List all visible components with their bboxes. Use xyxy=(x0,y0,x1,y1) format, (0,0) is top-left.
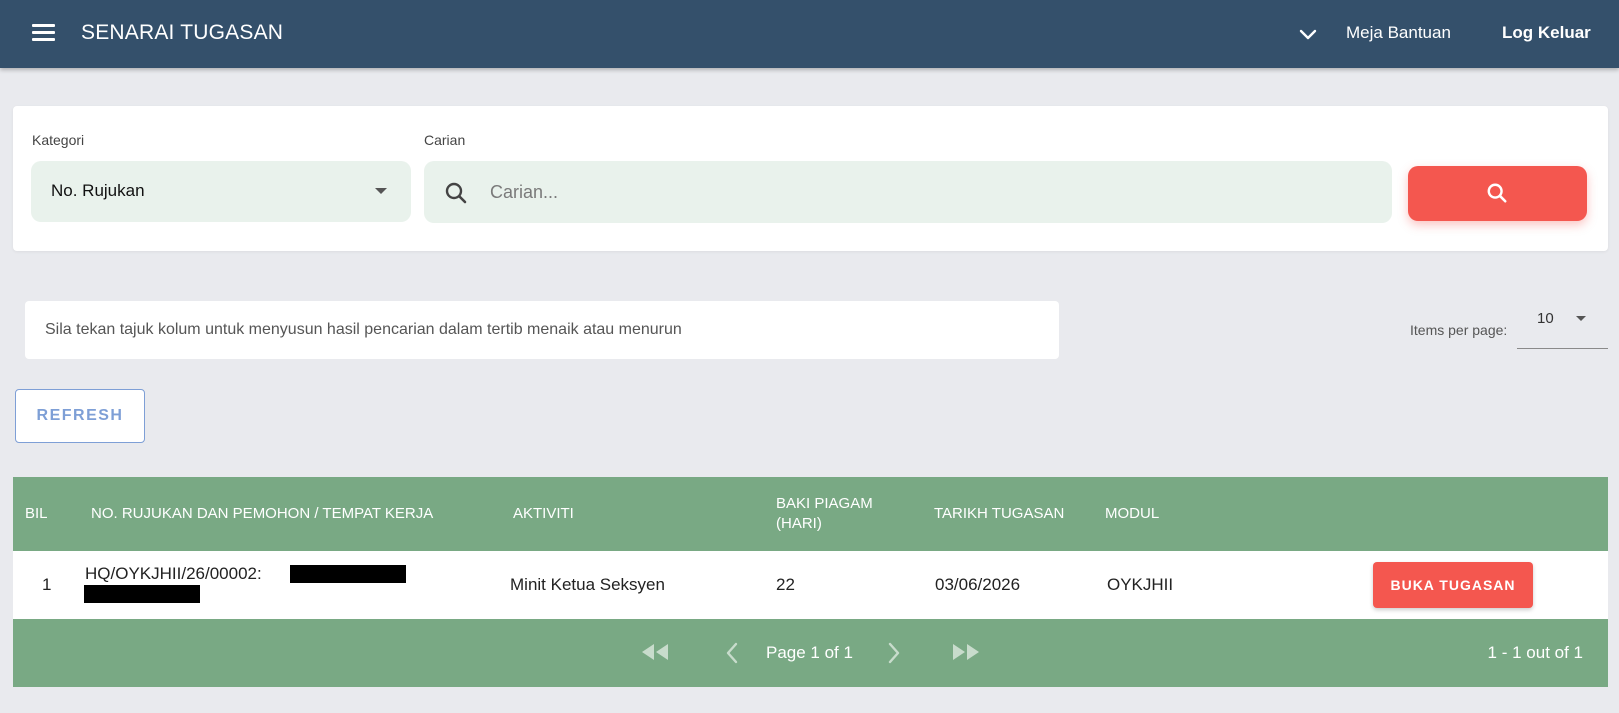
cell-aktiviti: Minit Ketua Seksyen xyxy=(510,575,665,594)
column-header-bil[interactable]: BIL xyxy=(25,504,48,524)
column-header-no-rujukan[interactable]: NO. RUJUKAN DAN PEMOHON / TEMPAT KERJA xyxy=(91,504,433,524)
page-indicator: Page 1 of 1 xyxy=(766,643,853,662)
search-icon xyxy=(445,182,467,204)
menu-icon[interactable] xyxy=(30,22,58,44)
caret-down-icon xyxy=(1576,316,1586,321)
page-title: SENARAI TUGASAN xyxy=(81,21,284,44)
column-header-tarikh[interactable]: TARIKH TUGASAN xyxy=(934,504,1064,524)
sort-hint-text: Sila tekan tajuk kolum untuk menyusun ha… xyxy=(45,321,682,338)
table-pager: Page 1 of 1 1 - 1 out of 1 xyxy=(13,619,1608,687)
redacted-block xyxy=(84,585,200,603)
search-button[interactable] xyxy=(1408,166,1587,221)
top-app-bar: SENARAI TUGASAN Meja Bantuan Log Keluar xyxy=(0,0,1619,68)
range-indicator: 1 - 1 out of 1 xyxy=(1487,643,1583,662)
refresh-button[interactable]: REFRESH xyxy=(15,389,145,443)
column-header-baki-line2: (HARI) xyxy=(776,515,822,532)
last-page-icon[interactable] xyxy=(949,641,983,663)
category-select-value: No. Rujukan xyxy=(51,181,145,200)
search-panel: Kategori Carian No. Rujukan xyxy=(13,106,1608,251)
caret-down-icon xyxy=(375,188,387,194)
column-header-baki-piagam[interactable]: BAKI PIAGAM (HARI) xyxy=(776,494,873,534)
search-icon xyxy=(1487,183,1507,203)
column-header-baki-line1: BAKI PIAGAM xyxy=(776,495,873,512)
previous-page-icon[interactable] xyxy=(723,641,741,665)
open-task-button[interactable]: BUKA TUGASAN xyxy=(1373,562,1533,608)
cell-baki-piagam: 22 xyxy=(776,575,795,594)
cell-bil: 1 xyxy=(42,575,52,594)
category-select[interactable]: No. Rujukan xyxy=(31,161,411,222)
cell-tarikh: 03/06/2026 xyxy=(935,575,1021,594)
column-header-modul[interactable]: MODUL xyxy=(1105,504,1159,524)
logout-link[interactable]: Log Keluar xyxy=(1502,23,1591,43)
column-header-aktiviti[interactable]: AKTIVITI xyxy=(513,504,574,524)
first-page-icon[interactable] xyxy=(638,641,672,663)
items-per-page-select[interactable]: 10 xyxy=(1517,300,1608,349)
next-page-icon[interactable] xyxy=(885,641,903,665)
search-label: Carian xyxy=(424,132,466,148)
items-per-page-label: Items per page: xyxy=(1410,322,1508,338)
redacted-block xyxy=(290,565,406,583)
chevron-down-icon[interactable] xyxy=(1296,22,1320,46)
table-header: BIL NO. RUJUKAN DAN PEMOHON / TEMPAT KER… xyxy=(13,477,1608,551)
table-row: 1 HQ/OYKJHII/26/00002: Minit Ketua Seksy… xyxy=(13,551,1608,619)
cell-no-rujukan: HQ/OYKJHII/26/00002: xyxy=(85,564,262,583)
category-label: Kategori xyxy=(32,132,85,148)
search-input[interactable] xyxy=(490,161,1370,223)
search-field xyxy=(424,161,1392,223)
items-per-page-value: 10 xyxy=(1537,310,1554,327)
cell-modul: OYKJHII xyxy=(1107,575,1174,594)
sort-hint: Sila tekan tajuk kolum untuk menyusun ha… xyxy=(25,301,1059,359)
help-desk-link[interactable]: Meja Bantuan xyxy=(1346,23,1451,43)
